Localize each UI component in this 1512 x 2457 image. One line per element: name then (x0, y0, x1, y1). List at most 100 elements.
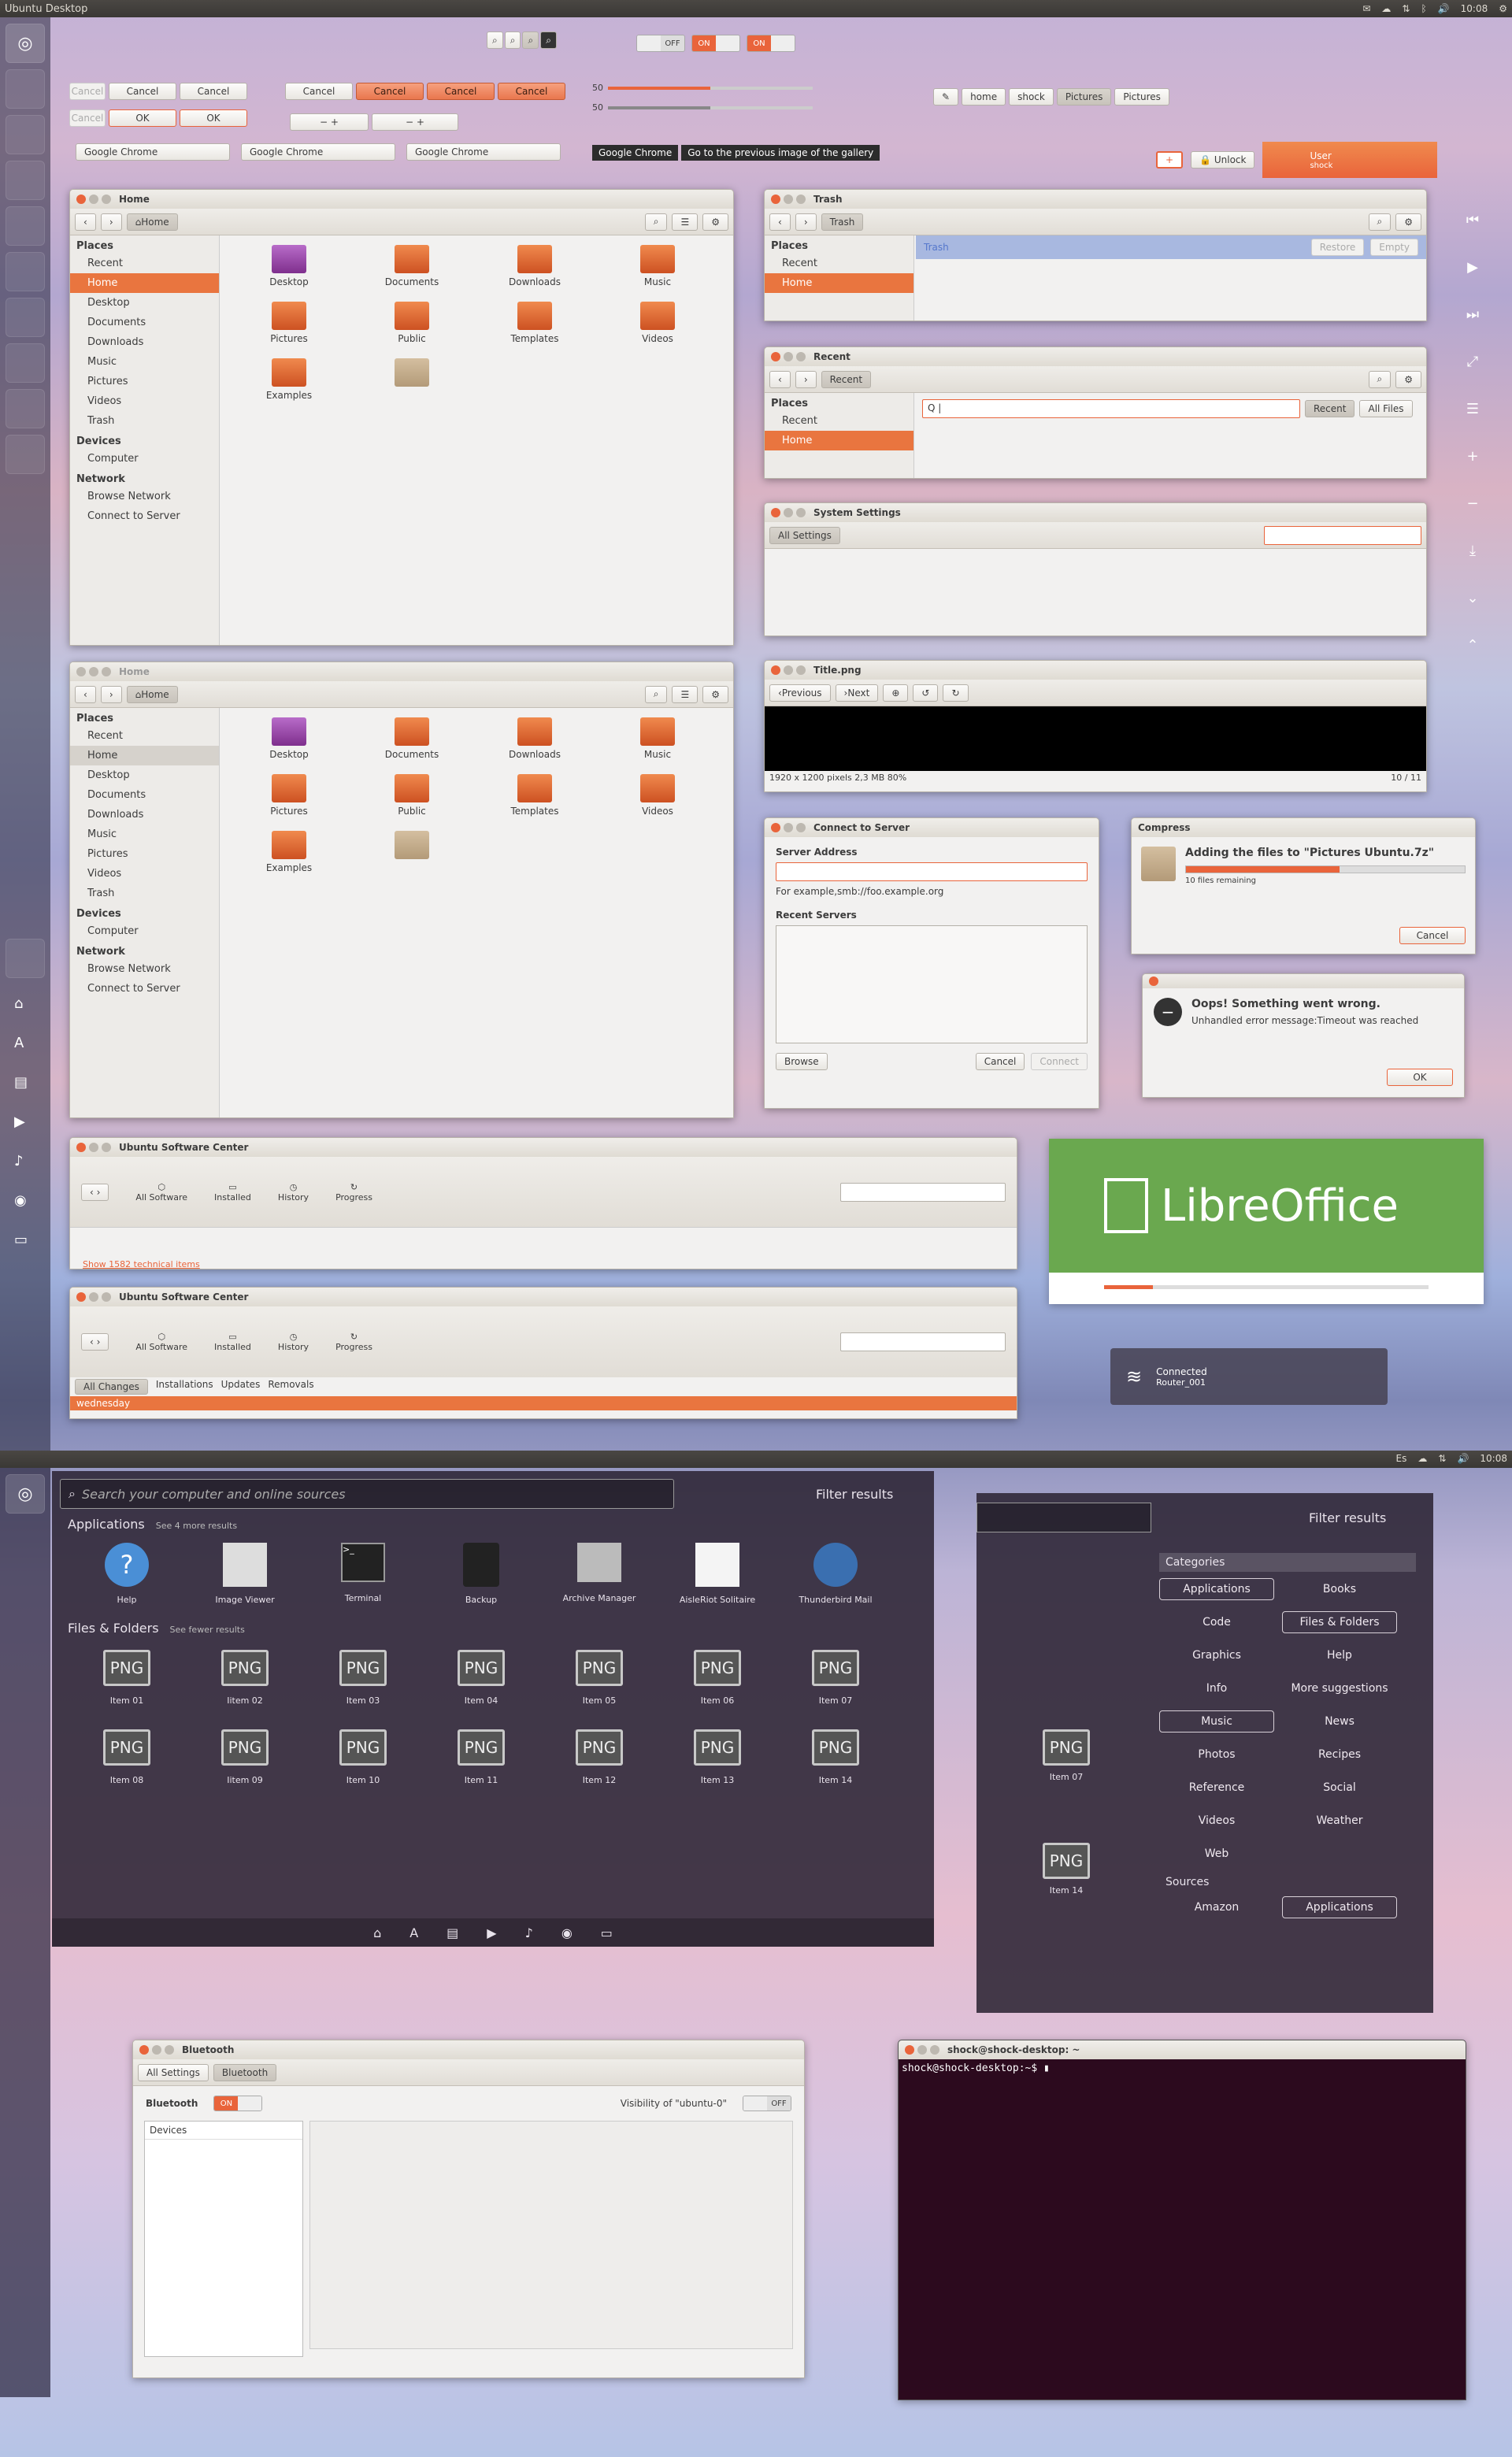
folder-item[interactable]: Examples (228, 358, 350, 401)
file-result[interactable]: PNG Item 10 (304, 1729, 422, 1785)
file-result[interactable]: PNG Item 12 (540, 1729, 658, 1785)
photo-lens-icon[interactable]: ◉ (561, 1925, 573, 1940)
cloud-icon[interactable]: ☁ (1381, 3, 1391, 14)
folder-item[interactable]: Music (596, 717, 719, 760)
bluetooth-icon[interactable]: ᛒ (1421, 3, 1426, 14)
categories-header[interactable]: Categories (1159, 1553, 1416, 1572)
launcher-slot[interactable] (6, 298, 45, 337)
rotate-right-icon[interactable]: ↻ (943, 684, 969, 702)
progress-tab[interactable]: ↻ Progress (335, 1332, 372, 1352)
folder-item[interactable]: Templates (473, 302, 596, 344)
bluetooth-toggle[interactable]: ON (213, 2096, 263, 2111)
path-pictures[interactable]: Pictures (1056, 88, 1112, 106)
app-thunderbird[interactable]: Thunderbird Mail (776, 1543, 895, 1605)
path-home[interactable]: ⌂ Home (126, 685, 178, 703)
combo-box[interactable]: Google Chrome (76, 143, 230, 161)
search-icon[interactable]: ⌕ (644, 685, 668, 703)
sidebar-item-home[interactable]: Home (765, 273, 914, 293)
sidebar-item-computer[interactable]: Computer (70, 921, 219, 941)
slider[interactable] (608, 86, 813, 90)
folder-item[interactable]: Examples (228, 831, 350, 873)
folder-item[interactable]: Videos (596, 774, 719, 817)
history-tab[interactable]: ◷ History (278, 1332, 309, 1352)
filter-recipes[interactable]: Recipes (1282, 1744, 1397, 1766)
filter-photos[interactable]: Photos (1159, 1744, 1274, 1766)
ok-button[interactable]: OK (180, 109, 247, 127)
social-lens-icon[interactable]: ▭ (601, 1925, 613, 1940)
launcher-slot[interactable] (6, 389, 45, 428)
plus-icon[interactable]: + (1457, 433, 1488, 480)
file-result[interactable]: PNG Item 07 (776, 1650, 895, 1706)
search-input[interactable] (1264, 525, 1421, 545)
list-icon[interactable]: ☰ (672, 213, 699, 231)
folder-item[interactable]: Pictures (228, 774, 350, 817)
all-software-tab[interactable]: ⬡ All Software (135, 1182, 187, 1203)
ubuntu-logo-icon[interactable]: ◎ (6, 24, 45, 63)
history-day-row[interactable]: wednesday (70, 1396, 1017, 1410)
gear-icon[interactable]: ⚙ (1499, 3, 1507, 14)
search-icon[interactable]: ⌕ (487, 32, 503, 49)
launcher-slot[interactable] (6, 115, 45, 154)
app-solitaire[interactable]: AisleRiot Solitaire (658, 1543, 776, 1605)
filter-music[interactable]: Music (1159, 1710, 1274, 1732)
cloud-icon[interactable]: ☁ (1418, 1453, 1427, 1464)
search-icon[interactable]: ⌕ (644, 213, 668, 231)
devices-list[interactable]: Devices (144, 2121, 303, 2357)
apps-lens-icon[interactable]: A (410, 1925, 418, 1940)
folder-item[interactable]: Desktop (228, 245, 350, 287)
expand-icon[interactable]: ⤢ (1457, 339, 1488, 386)
network-icon[interactable]: ⇅ (1438, 1453, 1446, 1464)
sidebar-item-recent[interactable]: Recent (765, 411, 914, 431)
app-image-viewer[interactable]: Image Viewer (186, 1543, 304, 1605)
filter-results-button[interactable]: Filter results (816, 1487, 893, 1502)
file-result[interactable]: PNG Item 13 (658, 1729, 776, 1785)
rotate-left-icon[interactable]: ↺ (913, 684, 939, 702)
sidebar-item-music[interactable]: Music (70, 825, 219, 844)
combo-box[interactable]: Google Chrome (406, 143, 561, 161)
search-icon[interactable]: ⌕ (540, 32, 557, 49)
tab-installations[interactable]: Installations (156, 1379, 213, 1395)
forward-button[interactable]: › (795, 213, 817, 231)
file-result[interactable]: PNG Item 07 (1043, 1729, 1090, 1782)
filter-files-folders[interactable]: Files & Folders (1282, 1611, 1397, 1633)
connect-button[interactable]: Connect (1031, 1053, 1088, 1070)
filter-results-button[interactable]: Filter results (1309, 1510, 1386, 1525)
tab-all-files[interactable]: All Files (1359, 400, 1413, 417)
stepper[interactable]: − + (290, 113, 369, 131)
launcher-slot[interactable] (6, 435, 45, 474)
package-item[interactable] (350, 831, 473, 873)
back-button[interactable]: ‹ (75, 685, 96, 703)
gear-icon[interactable]: ⚙ (1395, 370, 1421, 388)
dash-search-input[interactable]: Search your computer and online sources (82, 1487, 346, 1502)
combo-box[interactable]: Google Chrome (241, 143, 395, 161)
clock[interactable]: 10:08 (1480, 1453, 1507, 1464)
all-software-tab[interactable]: ⬡ All Software (135, 1332, 187, 1352)
sidebar-item-documents[interactable]: Documents (70, 785, 219, 805)
file-result[interactable]: PNG Item 06 (658, 1650, 776, 1706)
path-trash[interactable]: Trash (821, 213, 864, 231)
filter-videos[interactable]: Videos (1159, 1810, 1274, 1832)
progress-tab[interactable]: ↻ Progress (335, 1182, 372, 1203)
app-help[interactable]: ? Help (68, 1543, 186, 1605)
file-result[interactable]: PNG Item 01 (68, 1650, 186, 1706)
path-home[interactable]: home (962, 88, 1006, 106)
back-button[interactable]: ‹ (769, 213, 791, 231)
filter-social[interactable]: Social (1282, 1777, 1397, 1799)
launcher-slot[interactable] (6, 206, 45, 246)
filter-graphics[interactable]: Graphics (1159, 1644, 1274, 1666)
folder-item[interactable]: Templates (473, 774, 596, 817)
sidebar-item-music[interactable]: Music (70, 352, 219, 372)
app-terminal[interactable]: >_ Terminal (304, 1543, 422, 1605)
launcher-slot[interactable] (6, 69, 45, 109)
sidebar-item-home[interactable]: Home (70, 746, 219, 765)
download-icon[interactable]: ⤓ (1457, 528, 1488, 575)
browse-button[interactable]: Browse (776, 1053, 828, 1070)
forward-button[interactable]: › (795, 370, 817, 388)
file-result[interactable]: PNG Item 04 (422, 1650, 540, 1706)
tab-all-changes[interactable]: All Changes (75, 1379, 148, 1395)
tab-updates[interactable]: Updates (221, 1379, 261, 1395)
music-lens-icon[interactable]: ♪ (525, 1925, 533, 1940)
toggle-on[interactable]: ON (747, 35, 795, 52)
sidebar-item-home[interactable]: Home (765, 431, 914, 450)
stepper[interactable]: − + (372, 113, 458, 131)
